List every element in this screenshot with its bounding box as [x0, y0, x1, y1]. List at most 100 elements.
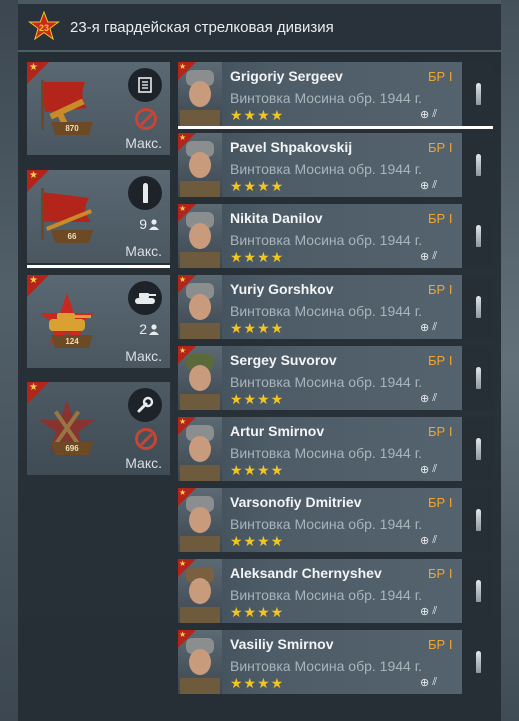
perk-plus-icon: ⊕: [420, 109, 430, 121]
corner-star-icon: ★: [178, 559, 196, 577]
equipment-slot[interactable]: [462, 275, 494, 339]
squad-soldier-count: 9: [139, 216, 159, 232]
soldier-row[interactable]: ★ Aleksandr Chernyshev БР I Винтовка Мос…: [178, 559, 494, 623]
list-icon: [128, 68, 162, 102]
bullet-icon: [475, 83, 481, 105]
background-left: [0, 0, 18, 721]
wrench-icon: [128, 388, 162, 422]
equipment-slot[interactable]: [462, 346, 494, 410]
soldier-perk-icons: ⊕ ⫽: [420, 179, 437, 192]
soldier-perk-icons: ⊕ ⫽: [420, 108, 437, 121]
division-name: 23-я гвардейская стрелковая дивизия: [70, 18, 334, 36]
soldier-row[interactable]: ★ Varsonofiy Dmitriev БР I Винтовка Моси…: [178, 488, 494, 552]
squad-count-value: 9: [139, 216, 147, 232]
equipment-slot[interactable]: [462, 630, 494, 694]
soldier-battle-rating: БР I: [428, 211, 453, 226]
soldier-battle-rating: БР I: [428, 140, 453, 155]
soldier-perk-icons: ⊕ ⫽: [420, 321, 437, 334]
soldier-rank-stars: ★★★★: [230, 533, 285, 549]
corner-star-icon: ★: [178, 204, 196, 222]
soldier-portrait: ★: [178, 630, 222, 694]
bullet-icon: [475, 438, 481, 460]
soldier-portrait: ★: [178, 346, 222, 410]
soldier-weapon: Винтовка Мосина обр. 1944 г.: [230, 587, 423, 603]
background-right: [501, 0, 519, 721]
equipment-slot[interactable]: [462, 417, 494, 481]
equipment-slot[interactable]: [462, 204, 494, 268]
person-icon: [149, 323, 159, 335]
soldier-rank-stars: ★★★★: [230, 604, 285, 620]
soldier-rank-stars: ★★★★: [230, 107, 285, 123]
soldier-name: Nikita Danilov: [230, 210, 323, 226]
squad-max-label: Макс.: [125, 243, 162, 259]
perk-plus-icon: ⊕: [420, 393, 430, 405]
bullet-icon: [475, 154, 481, 176]
soldier-rank-stars: ★★★★: [230, 249, 285, 265]
soldier-weapon: Винтовка Мосина обр. 1944 г.: [230, 374, 423, 390]
soldier-name: Pavel Shpakovskij: [230, 139, 353, 155]
selected-soldier-indicator: [178, 126, 493, 129]
soldier-perk-icons: ⊕ ⫽: [420, 605, 437, 618]
perk-plus-icon: ⊕: [420, 322, 430, 334]
soldier-weapon: Винтовка Мосина обр. 1944 г.: [230, 232, 423, 248]
corner-star-icon: ★: [178, 630, 196, 648]
squad-max-label: Макс.: [125, 135, 162, 151]
squad-soldier-count: 2: [139, 321, 159, 337]
bullet-icon: [475, 651, 481, 673]
soldier-battle-rating: БР I: [428, 282, 453, 297]
soldier-row[interactable]: ★ Nikita Danilov БР I Винтовка Мосина об…: [178, 204, 494, 268]
ammo-icon: ⫽: [432, 605, 438, 617]
equipment-slot[interactable]: [462, 488, 494, 552]
soldier-rank-stars: ★★★★: [230, 675, 285, 691]
soldier-weapon: Винтовка Мосина обр. 1944 г.: [230, 658, 423, 674]
perk-plus-icon: ⊕: [420, 180, 430, 192]
locked-icon: [135, 108, 157, 130]
squad-card-3[interactable]: ★ 124 2 Макс.: [27, 275, 170, 368]
soldier-weapon: Винтовка Мосина обр. 1944 г.: [230, 516, 423, 532]
soldier-row[interactable]: ★ Sergey Suvorov БР I Винтовка Мосина об…: [178, 346, 494, 410]
corner-star-icon: ★: [178, 133, 196, 151]
squad-max-label: Макс.: [125, 348, 162, 364]
soldier-battle-rating: БР I: [428, 637, 453, 652]
ammo-icon: ⫽: [432, 392, 438, 404]
soldier-name: Grigoriy Sergeev: [230, 68, 343, 84]
soldier-rank-stars: ★★★★: [230, 178, 285, 194]
soldier-name: Varsonofiy Dmitriev: [230, 494, 362, 510]
soldier-name: Vasiliy Smirnov: [230, 636, 334, 652]
equipment-slot[interactable]: [462, 133, 494, 197]
soldier-battle-rating: БР I: [428, 69, 453, 84]
soldier-perk-icons: ⊕ ⫽: [420, 676, 437, 689]
perk-plus-icon: ⊕: [420, 606, 430, 618]
soldier-battle-rating: БР I: [428, 353, 453, 368]
division-header: 23 23-я гвардейская стрелковая дивизия: [18, 4, 501, 50]
ammo-icon: ⫽: [432, 179, 438, 191]
soldier-name: Aleksandr Chernyshev: [230, 565, 382, 581]
soldier-row[interactable]: ★ Yuriy Gorshkov БР I Винтовка Мосина об…: [178, 275, 494, 339]
soldier-row[interactable]: ★ Vasiliy Smirnov БР I Винтовка Мосина о…: [178, 630, 494, 694]
soldier-weapon: Винтовка Мосина обр. 1944 г.: [230, 445, 423, 461]
ammo-icon: ⫽: [432, 321, 438, 333]
soldier-portrait: ★: [178, 133, 222, 197]
soldier-rank-stars: ★★★★: [230, 320, 285, 336]
squad-card-4[interactable]: ★ 696 Макс.: [27, 382, 170, 475]
ammo-icon: ⫽: [432, 250, 438, 262]
soldier-rank-stars: ★★★★: [230, 462, 285, 478]
soldier-name: Sergey Suvorov: [230, 352, 337, 368]
soldier-portrait: ★: [178, 559, 222, 623]
squad-card-2[interactable]: ★ 66 9 Макс.: [27, 170, 170, 263]
soldier-battle-rating: БР I: [428, 566, 453, 581]
equipment-slot[interactable]: [462, 559, 494, 623]
squad-level: 870: [51, 122, 93, 135]
soldier-row[interactable]: ★ Grigoriy Sergeev БР I Винтовка Мосина …: [178, 62, 494, 126]
soldier-row[interactable]: ★ Pavel Shpakovskij БР I Винтовка Мосина…: [178, 133, 494, 197]
squad-card-1[interactable]: ★ 870 Макс.: [27, 62, 170, 155]
soldier-rank-stars: ★★★★: [230, 391, 285, 407]
soldier-row[interactable]: ★ Artur Smirnov БР I Винтовка Мосина обр…: [178, 417, 494, 481]
soldier-battle-rating: БР I: [428, 495, 453, 510]
soldier-perk-icons: ⊕ ⫽: [420, 534, 437, 547]
equipment-slot[interactable]: [462, 62, 494, 126]
corner-star-icon: ★: [178, 417, 196, 435]
perk-plus-icon: ⊕: [420, 464, 430, 476]
bullet-icon: [475, 296, 481, 318]
soldier-portrait: ★: [178, 204, 222, 268]
